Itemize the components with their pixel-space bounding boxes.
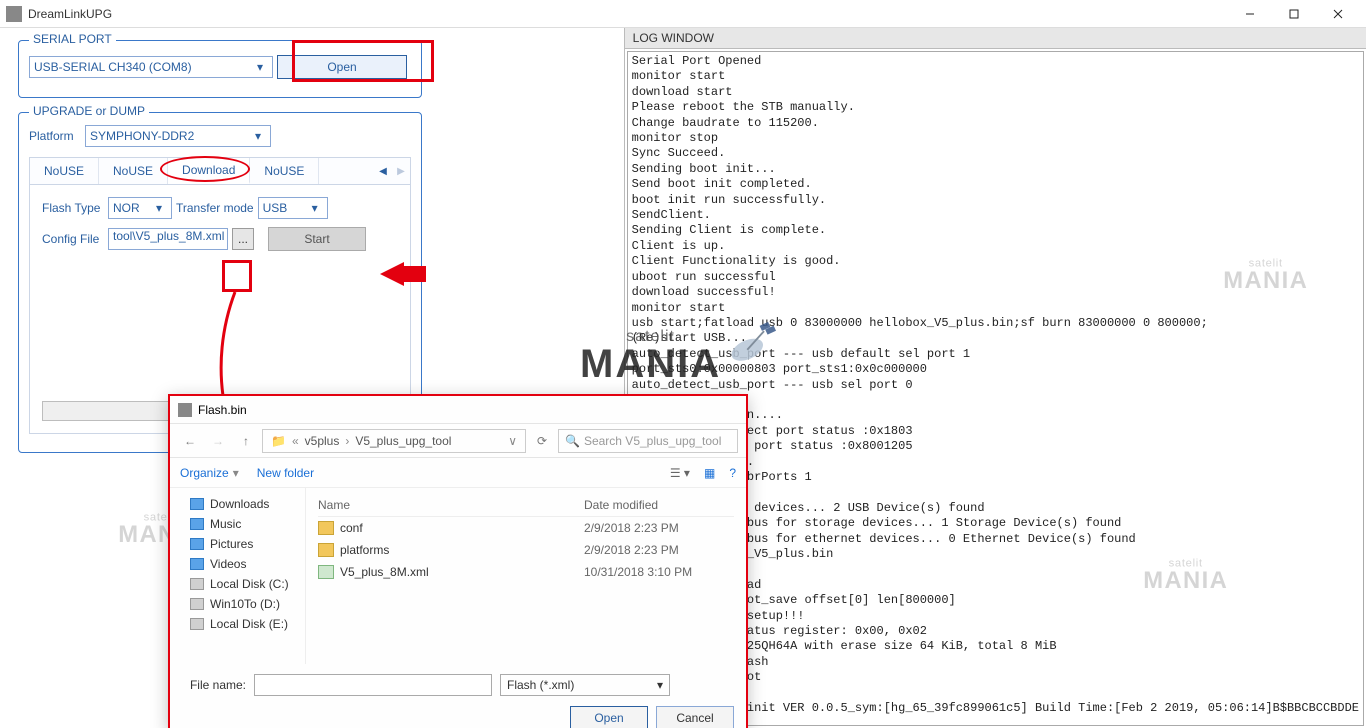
close-button[interactable] — [1316, 0, 1360, 28]
transfer-label: Transfer mode — [176, 201, 254, 215]
folder-icon — [318, 521, 334, 535]
tab-nouse-2[interactable]: NoUSE — [99, 158, 168, 184]
col-date[interactable]: Date modified — [584, 498, 734, 512]
drive-icon — [190, 598, 204, 610]
config-label: Config File — [42, 232, 104, 246]
minimize-button[interactable] — [1228, 0, 1272, 28]
flash-type-label: Flash Type — [42, 201, 104, 215]
filename-label: File name: — [182, 678, 246, 692]
open-port-button[interactable]: Open — [277, 55, 407, 79]
videos-icon — [190, 558, 204, 570]
upgrade-title: UPGRADE or DUMP — [29, 104, 149, 118]
caret-icon: ▾ — [250, 129, 266, 143]
xml-file-icon — [318, 565, 334, 579]
app-title: DreamLinkUPG — [28, 7, 1228, 21]
drive-icon — [190, 618, 204, 630]
file-row[interactable]: platforms 2/9/2018 2:23 PM — [318, 539, 734, 561]
caret-icon: ▾ — [307, 201, 323, 215]
tab-download[interactable]: Download — [168, 158, 250, 184]
new-folder-button[interactable]: New folder — [257, 466, 314, 480]
filename-input[interactable] — [254, 674, 492, 696]
file-row[interactable]: V5_plus_8M.xml 10/31/2018 3:10 PM — [318, 561, 734, 583]
nav-forward-button[interactable]: → — [206, 429, 230, 453]
tree-item: Local Disk (E:) — [190, 614, 305, 634]
preview-toggle[interactable]: ▦ — [704, 466, 715, 480]
drive-icon — [190, 578, 204, 590]
tree-item: Music — [190, 514, 305, 534]
caret-icon: ▾ — [252, 60, 268, 74]
downloads-icon — [190, 498, 204, 510]
tab-strip: NoUSE NoUSE Download NoUSE ◀ ▶ — [29, 157, 411, 185]
browse-button[interactable]: ... — [232, 228, 254, 250]
file-icon — [178, 403, 192, 417]
path-bar[interactable]: 📁 « v5plus › V5_plus_upg_tool ∨ — [262, 429, 526, 453]
dialog-open-button[interactable]: Open — [570, 706, 648, 728]
titlebar: DreamLinkUPG — [0, 0, 1366, 28]
dialog-nav: ← → ↑ 📁 « v5plus › V5_plus_upg_tool ∨ ⟳ … — [170, 424, 746, 458]
pictures-icon — [190, 538, 204, 550]
log-window-title: LOG WINDOW — [625, 28, 1366, 49]
config-file-field[interactable]: tool\V5_plus_8M.xml — [108, 228, 228, 250]
folder-tree[interactable]: Downloads Music Pictures Videos Local Di… — [170, 488, 306, 664]
search-box[interactable]: 🔍 Search V5_plus_upg_tool — [558, 429, 738, 453]
flash-type-combo[interactable]: NOR ▾ — [108, 197, 172, 219]
tree-item: Local Disk (C:) — [190, 574, 305, 594]
platform-combo[interactable]: SYMPHONY-DDR2 ▾ — [85, 125, 271, 147]
transfer-value: USB — [263, 201, 288, 215]
view-options[interactable]: ☰ ▾ — [670, 466, 690, 480]
col-name[interactable]: Name — [318, 498, 584, 512]
file-list[interactable]: Name Date modified conf 2/9/2018 2:23 PM… — [306, 488, 746, 664]
dialog-title: Flash.bin — [198, 403, 247, 417]
help-button[interactable]: ? — [729, 466, 736, 480]
search-icon: 🔍 — [565, 434, 580, 448]
platform-value: SYMPHONY-DDR2 — [90, 129, 194, 143]
serial-port-combo[interactable]: USB-SERIAL CH340 (COM8) ▾ — [29, 56, 273, 78]
tab-next[interactable]: ▶ — [392, 166, 410, 177]
tab-nouse-1[interactable]: NoUSE — [30, 158, 99, 184]
nav-back-button[interactable]: ← — [178, 429, 202, 453]
tree-item: Videos — [190, 554, 305, 574]
serial-port-title: SERIAL PORT — [29, 32, 116, 46]
dialog-cancel-button[interactable]: Cancel — [656, 706, 734, 728]
tab-nouse-3[interactable]: NoUSE — [250, 158, 319, 184]
folder-icon — [318, 543, 334, 557]
flash-type-value: NOR — [113, 201, 140, 215]
organize-menu[interactable]: Organize — [180, 466, 229, 480]
tab-prev[interactable]: ◀ — [374, 166, 392, 177]
dialog-toolbar: Organize▾ New folder ☰ ▾ ▦ ? — [170, 458, 746, 488]
maximize-button[interactable] — [1272, 0, 1316, 28]
serial-port-value: USB-SERIAL CH340 (COM8) — [34, 60, 192, 74]
filetype-combo[interactable]: Flash (*.xml)▾ — [500, 674, 670, 696]
refresh-button[interactable]: ⟳ — [530, 429, 554, 453]
start-button[interactable]: Start — [268, 227, 366, 251]
platform-label: Platform — [29, 129, 81, 143]
file-open-dialog: Flash.bin ← → ↑ 📁 « v5plus › V5_plus_upg… — [168, 394, 748, 728]
dialog-titlebar: Flash.bin — [170, 396, 746, 424]
file-row[interactable]: conf 2/9/2018 2:23 PM — [318, 517, 734, 539]
transfer-combo[interactable]: USB ▾ — [258, 197, 328, 219]
caret-icon: ▾ — [151, 201, 167, 215]
nav-up-button[interactable]: ↑ — [234, 429, 258, 453]
serial-port-group: SERIAL PORT USB-SERIAL CH340 (COM8) ▾ Op… — [18, 40, 422, 98]
tree-item: Pictures — [190, 534, 305, 554]
tree-item: Downloads — [190, 494, 305, 514]
app-icon — [6, 6, 22, 22]
tree-item: Win10To (D:) — [190, 594, 305, 614]
folder-icon: 📁 — [271, 434, 286, 448]
music-icon — [190, 518, 204, 530]
arrow-start-annotation — [380, 262, 426, 286]
